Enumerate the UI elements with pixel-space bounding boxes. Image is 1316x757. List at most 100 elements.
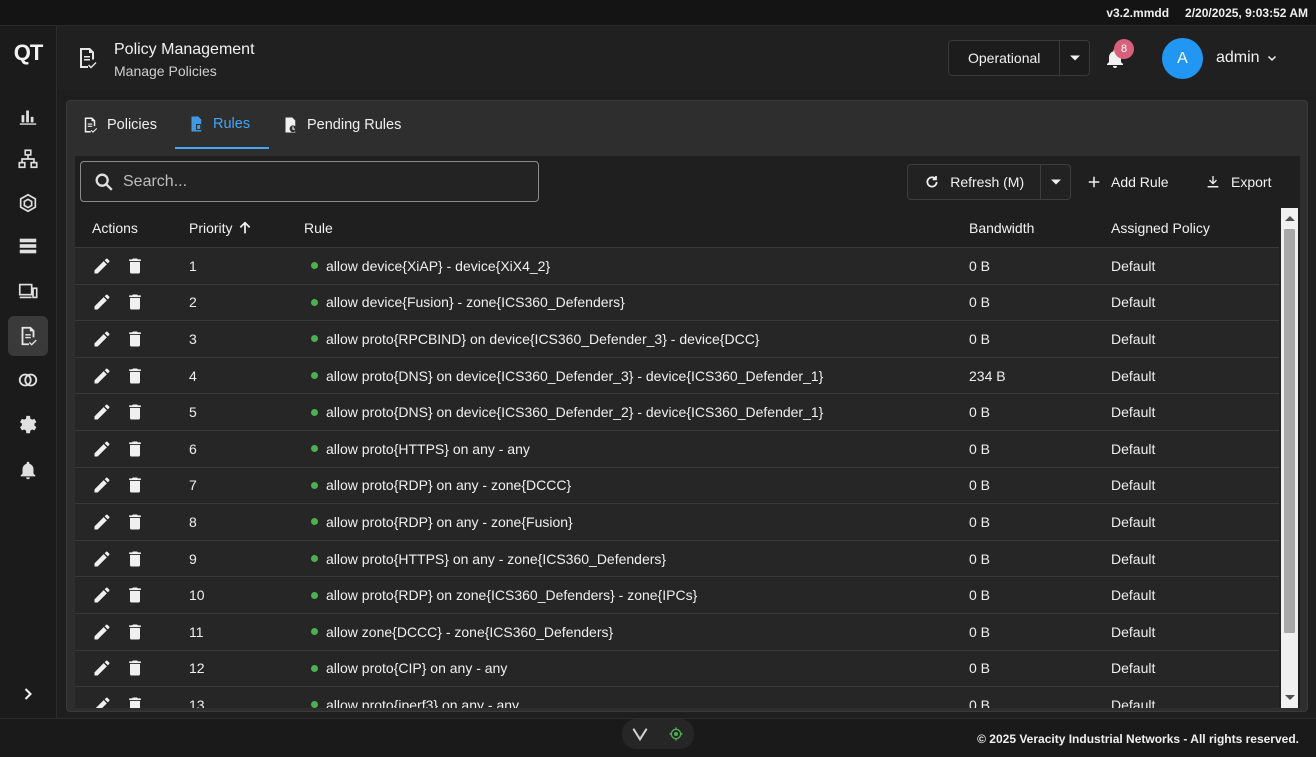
delete-trash-icon[interactable] (125, 402, 145, 422)
table-row[interactable]: 9 allow proto{HTTPS} on any - zone{ICS36… (75, 540, 1279, 578)
delete-trash-icon[interactable] (125, 658, 145, 678)
column-header-assigned-policy[interactable]: Assigned Policy (1111, 220, 1261, 236)
refresh-button[interactable]: Refresh (M) (908, 165, 1040, 199)
edit-pencil-icon[interactable] (92, 512, 112, 532)
edit-pencil-icon[interactable] (92, 585, 112, 605)
table-row[interactable]: 13 allow proto{iperf3} on any - any 0 B … (75, 687, 1279, 708)
rail-zones-icon[interactable] (8, 360, 48, 400)
bandwidth-cell: 0 B (969, 440, 991, 457)
edit-pencil-icon[interactable] (92, 402, 112, 422)
edit-pencil-icon[interactable] (92, 695, 112, 708)
column-header-priority[interactable]: Priority (189, 220, 304, 236)
delete-trash-icon[interactable] (125, 439, 145, 459)
rule-text: allow proto{HTTPS} on any - zone{ICS360_… (326, 550, 667, 567)
bandwidth-cell: 0 B (969, 513, 991, 530)
priority-cell: 3 (189, 330, 197, 347)
bandwidth-cell: 0 B (969, 257, 991, 274)
username-label: admin (1216, 49, 1260, 66)
scroll-down-arrow-icon[interactable] (1285, 695, 1295, 700)
delete-trash-icon[interactable] (125, 292, 145, 312)
refresh-dropdown-caret-icon[interactable] (1040, 165, 1070, 199)
edit-pencil-icon[interactable] (92, 292, 112, 312)
edit-pencil-icon[interactable] (92, 622, 112, 642)
policy-icon (84, 117, 98, 133)
rule-cell: allow proto{CIP} on any - any (304, 660, 969, 676)
scroll-up-arrow-icon[interactable] (1285, 216, 1295, 221)
delete-trash-icon[interactable] (125, 622, 145, 642)
edit-pencil-icon[interactable] (92, 439, 112, 459)
column-header-bandwidth[interactable]: Bandwidth (969, 220, 1111, 236)
table-row[interactable]: 7 allow proto{RDP} on any - zone{DCCC} 0… (75, 467, 1279, 505)
export-button[interactable]: Export (1205, 164, 1271, 200)
tab-pending-rules[interactable]: Pending Rules (269, 101, 419, 149)
table-row[interactable]: 1 allow device{XiAP} - device{XiX4_2} 0 … (75, 248, 1279, 285)
delete-trash-icon[interactable] (125, 256, 145, 276)
table-row[interactable]: 12 allow proto{CIP} on any - any 0 B Def… (75, 650, 1279, 688)
rail-settings-icon[interactable] (8, 404, 48, 444)
edit-pencil-icon[interactable] (92, 256, 112, 276)
veracity-logo-icon[interactable] (632, 727, 648, 741)
sort-ascending-icon (239, 220, 250, 233)
logo[interactable]: QT (9, 40, 47, 66)
tab-rules[interactable]: Rules (175, 101, 269, 149)
priority-cell: 5 (189, 404, 197, 421)
rule-cell: allow proto{HTTPS} on any - any (304, 441, 969, 457)
edit-pencil-icon[interactable] (92, 658, 112, 678)
delete-trash-icon[interactable] (125, 366, 145, 386)
avatar[interactable]: A (1162, 38, 1203, 79)
refresh-split-button[interactable]: Refresh (M) (907, 164, 1071, 200)
pending-rules-icon (285, 117, 297, 133)
target-icon[interactable] (668, 726, 684, 742)
edit-pencil-icon[interactable] (92, 366, 112, 386)
table-row[interactable]: 6 allow proto{HTTPS} on any - any 0 B De… (75, 430, 1279, 468)
table-row[interactable]: 10 allow proto{RDP} on zone{ICS360_Defen… (75, 577, 1279, 614)
mode-select[interactable]: Operational (948, 40, 1090, 76)
assigned-policy-cell: Default (1111, 623, 1156, 640)
add-rule-button[interactable]: Add Rule (1087, 164, 1169, 200)
rule-cell: allow proto{RDP} on any - zone{Fusion} (304, 514, 969, 530)
table-scrollbar[interactable] (1281, 208, 1298, 708)
table-row[interactable]: 8 allow proto{RDP} on any - zone{Fusion}… (75, 504, 1279, 541)
column-header-rule[interactable]: Rule (304, 220, 969, 236)
edit-pencil-icon[interactable] (92, 329, 112, 349)
table-row[interactable]: 2 allow device{Fusion} - zone{ICS360_Def… (75, 284, 1279, 322)
delete-trash-icon[interactable] (125, 329, 145, 349)
mode-label[interactable]: Operational (949, 41, 1059, 75)
tab-policies[interactable]: Policies (69, 101, 175, 149)
edit-pencil-icon[interactable] (92, 549, 112, 569)
delete-trash-icon[interactable] (125, 695, 145, 708)
table-row[interactable]: 4 allow proto{DNS} on device{ICS360_Defe… (75, 357, 1279, 395)
scrollbar-thumb[interactable] (1284, 229, 1295, 633)
rail-network-icon[interactable] (8, 139, 48, 179)
delete-trash-icon[interactable] (125, 549, 145, 569)
delete-trash-icon[interactable] (125, 475, 145, 495)
rail-dashboard-icon[interactable] (8, 96, 48, 136)
rules-toolbar: Refresh (M) Add Rule Export (75, 156, 1300, 208)
rail-alerts-icon[interactable] (8, 450, 48, 490)
tab-bar: Policies Rules Pending Rules (67, 101, 1307, 149)
rule-cell: allow proto{RDP} on any - zone{DCCC} (304, 477, 969, 493)
table-row[interactable]: 3 allow proto{RPCBIND} on device{ICS360_… (75, 321, 1279, 358)
status-dot-icon (311, 664, 318, 672)
rule-text: allow zone{DCCC} - zone{ICS360_Defenders… (326, 623, 614, 640)
search-box[interactable] (80, 161, 539, 202)
search-input[interactable] (123, 172, 523, 191)
status-dot-icon (311, 335, 318, 343)
mode-dropdown-caret-icon[interactable] (1059, 41, 1089, 75)
rail-servers-icon[interactable] (8, 226, 48, 266)
delete-trash-icon[interactable] (125, 585, 145, 605)
bandwidth-cell: 234 B (969, 367, 1006, 384)
rail-devices-icon[interactable] (8, 271, 48, 311)
table-row[interactable]: 5 allow proto{DNS} on device{ICS360_Defe… (75, 394, 1279, 431)
expand-rail-chevron-icon[interactable] (18, 684, 38, 704)
delete-trash-icon[interactable] (125, 512, 145, 532)
user-menu[interactable]: admin (1216, 49, 1278, 67)
export-label: Export (1231, 174, 1272, 190)
table-row[interactable]: 11 allow zone{DCCC} - zone{ICS360_Defend… (75, 613, 1279, 651)
rail-device-icon[interactable] (8, 183, 48, 223)
edit-pencil-icon[interactable] (92, 475, 112, 495)
rail-policy-icon[interactable] (8, 316, 48, 356)
column-header-actions: Actions (92, 219, 138, 236)
page-subtitle: Manage Policies (114, 63, 217, 79)
refresh-label: Refresh (M) (950, 174, 1025, 190)
